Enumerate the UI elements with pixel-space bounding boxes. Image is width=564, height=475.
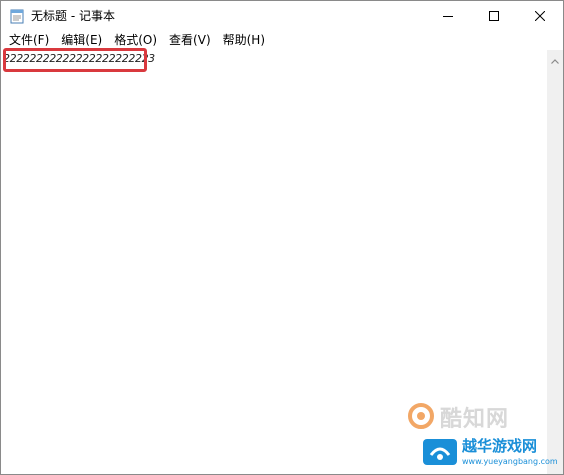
yueyang-logo-icon xyxy=(421,435,459,474)
menu-bar: 文件(F) 编辑(E) 格式(O) 查看(V) 帮助(H) xyxy=(1,31,563,50)
maximize-button[interactable] xyxy=(471,1,517,31)
title-bar[interactable]: 无标题 - 记事本 xyxy=(1,1,563,31)
maximize-icon xyxy=(489,11,499,21)
watermark-yueyang-text: 越华游戏网 xyxy=(462,437,538,455)
menu-file[interactable]: 文件(F) xyxy=(3,31,55,50)
watermark-yueyang: 越华游戏网 www.yueyangbang.com xyxy=(417,431,563,474)
window-title: 无标题 - 记事本 xyxy=(31,9,115,23)
notepad-icon xyxy=(10,9,24,24)
menu-format[interactable]: 格式(O) xyxy=(108,31,163,50)
menu-edit[interactable]: 编辑(E) xyxy=(55,31,108,50)
vertical-scrollbar[interactable] xyxy=(547,50,563,474)
menu-view[interactable]: 查看(V) xyxy=(163,31,217,50)
close-button[interactable] xyxy=(517,1,563,31)
menu-help[interactable]: 帮助(H) xyxy=(217,31,271,50)
close-icon xyxy=(535,11,545,21)
watermark-kuzhi: 酷知网 xyxy=(406,399,546,433)
kuzhi-logo-icon xyxy=(406,401,436,435)
editor-content: 22222222222222222222223 xyxy=(3,52,155,65)
watermark-yueyang-url: www.yueyangbang.com xyxy=(462,457,558,466)
watermark-kuzhi-text: 酷知网 xyxy=(440,407,510,432)
minimize-button[interactable] xyxy=(425,1,471,31)
chevron-up-icon xyxy=(551,49,559,68)
notepad-window: 无标题 - 记事本 文件(F) 编辑(E) 格式(O) 查看(V) 帮助(H) xyxy=(0,0,564,475)
minimize-icon xyxy=(443,11,453,21)
scroll-up-button[interactable] xyxy=(547,50,563,67)
